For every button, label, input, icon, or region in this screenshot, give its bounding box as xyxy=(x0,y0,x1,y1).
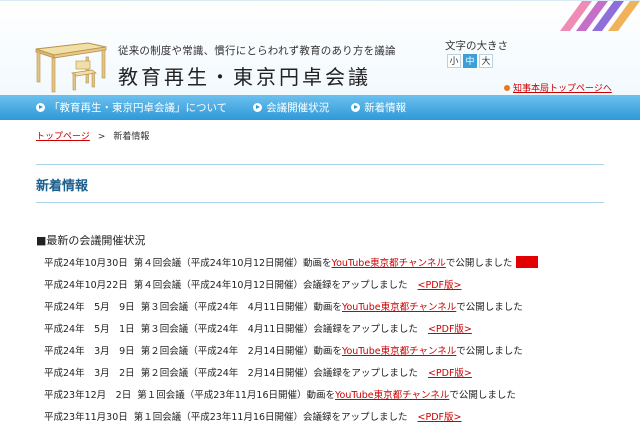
site-tagline: 従来の制度や常識、慣行にとらわれず教育のあり方を議論 xyxy=(118,45,396,57)
nav-item-meeting-status[interactable]: 会議開催状況 xyxy=(253,100,329,115)
news-item: 平成24年 5月 9日 第３回会議（平成24年 4月11日開催） 動画を You… xyxy=(44,295,634,317)
pdf-link[interactable]: <PDF版> xyxy=(428,365,472,379)
decorative-stripes xyxy=(560,1,640,31)
nav-item-news[interactable]: 新着情報 xyxy=(351,100,406,115)
governor-office-link[interactable]: 知事本局トップページへ xyxy=(504,81,612,94)
pdf-link[interactable]: <PDF版> xyxy=(428,321,472,335)
news-text-suffix: で公開しました xyxy=(449,390,516,401)
new-badge xyxy=(516,256,539,268)
news-text: 会議録をアップしました xyxy=(313,368,418,379)
news-text: 動画を xyxy=(313,302,342,313)
news-date: 平成24年 5月 9日 xyxy=(44,302,135,313)
governor-office-link-label: 知事本局トップページへ xyxy=(513,84,612,94)
desk-and-chair-logo[interactable] xyxy=(32,39,110,95)
news-meeting: 第４回会議（平成24年10月12日開催） xyxy=(133,280,304,291)
nav-item-about[interactable]: 「教育再生・東京円卓会議」について xyxy=(36,100,227,115)
youtube-channel-link[interactable]: YouTube東京都チャンネル xyxy=(342,299,456,313)
news-date: 平成24年 5月 1日 xyxy=(44,324,135,335)
news-meeting: 第２回会議（平成24年 2月14日開催） xyxy=(140,368,314,379)
news-text-suffix: で公開しました xyxy=(445,258,513,269)
news-text: 動画を xyxy=(313,346,342,357)
youtube-channel-link[interactable]: YouTube東京都チャンネル xyxy=(332,255,446,269)
nav-item-label: 新着情報 xyxy=(364,102,407,114)
news-text: 会議録をアップしました xyxy=(313,324,418,335)
news-item: 平成23年12月 2日 第１回会議（平成23年11月16日開催） 動画を You… xyxy=(44,383,634,405)
breadcrumb: トップページ > 新着情報 xyxy=(36,129,149,142)
section-title: ■最新の会議開催状況 xyxy=(36,234,146,247)
font-size-label: 文字の大きさ xyxy=(445,40,508,52)
news-meeting: 第１回会議（平成23年11月16日開催） xyxy=(133,412,304,423)
arrow-bullet-icon xyxy=(36,103,45,112)
news-meeting: 第２回会議（平成24年 2月14日開催） xyxy=(140,346,314,357)
news-date: 平成24年 3月 2日 xyxy=(44,368,135,379)
news-item: 平成24年 3月 9日 第２回会議（平成24年 2月14日開催） 動画を You… xyxy=(44,339,634,361)
breadcrumb-current: 新着情報 xyxy=(113,132,150,142)
breadcrumb-separator: > xyxy=(97,132,106,142)
breadcrumb-home-link[interactable]: トップページ xyxy=(36,132,90,142)
news-date: 平成24年10月30日 xyxy=(44,258,128,269)
font-size-small-button[interactable]: 小 xyxy=(447,54,461,68)
site-header: 従来の制度や常識、慣行にとらわれず教育のあり方を議論 教育再生・東京円卓会議 文… xyxy=(0,0,640,95)
news-date: 平成24年 3月 9日 xyxy=(44,346,135,357)
page-title: 新着情報 xyxy=(36,179,89,194)
heading-top-divider xyxy=(36,164,604,165)
news-meeting: 第３回会議（平成24年 4月11日開催） xyxy=(140,324,314,335)
news-date: 平成23年11月30日 xyxy=(44,412,128,423)
news-text: 会議録をアップしました xyxy=(303,280,408,291)
news-date: 平成24年10月22日 xyxy=(44,280,128,291)
news-text: 会議録をアップしました xyxy=(303,412,408,423)
arrow-bullet-icon xyxy=(253,103,263,112)
news-text: 動画を xyxy=(306,390,336,401)
youtube-channel-link[interactable]: YouTube東京都チャンネル xyxy=(342,343,456,357)
news-item: 平成24年 3月 2日 第２回会議（平成24年 2月14日開催） 会議録をアップ… xyxy=(44,361,634,383)
news-item: 平成24年 5月 1日 第３回会議（平成24年 4月11日開催） 会議録をアップ… xyxy=(44,317,634,339)
main-nav: 「教育再生・東京円卓会議」について 会議開催状況 新着情報 xyxy=(0,95,640,120)
news-text-suffix: で公開しました xyxy=(456,302,523,313)
news-meeting: 第１回会議（平成23年11月16日開催） xyxy=(137,390,307,401)
font-size-large-button[interactable]: 大 xyxy=(479,54,493,68)
news-meeting: 第３回会議（平成24年 4月11日開催） xyxy=(140,302,314,313)
heading-bottom-divider xyxy=(36,202,604,203)
news-item: 平成24年10月30日 第４回会議（平成24年10月12日開催） 動画を You… xyxy=(44,251,634,273)
youtube-channel-link[interactable]: YouTube東京都チャンネル xyxy=(335,387,449,401)
nav-item-label: 「教育再生・東京円卓会議」について xyxy=(49,102,228,114)
news-meeting: 第４回会議（平成24年10月12日開催） xyxy=(133,258,304,269)
font-size-controls: 小 中 大 xyxy=(447,54,493,68)
arrow-bullet-icon xyxy=(351,103,361,112)
news-item: 平成23年11月30日 第１回会議（平成23年11月16日開催） 会議録をアップ… xyxy=(44,405,634,424)
news-list: 平成24年10月30日 第４回会議（平成24年10月12日開催） 動画を You… xyxy=(44,251,634,424)
pdf-link[interactable]: <PDF版> xyxy=(418,409,462,423)
news-date: 平成23年12月 2日 xyxy=(44,390,132,401)
font-size-medium-button[interactable]: 中 xyxy=(463,54,477,68)
nav-item-label: 会議開催状況 xyxy=(266,102,330,114)
link-bullet-icon xyxy=(504,84,510,91)
pdf-link[interactable]: <PDF版> xyxy=(418,277,462,291)
news-text-suffix: で公開しました xyxy=(456,346,523,357)
site-title[interactable]: 教育再生・東京円卓会議 xyxy=(118,61,371,90)
news-text: 動画を xyxy=(303,258,332,269)
news-item: 平成24年10月22日 第４回会議（平成24年10月12日開催） 会議録をアップ… xyxy=(44,273,634,295)
